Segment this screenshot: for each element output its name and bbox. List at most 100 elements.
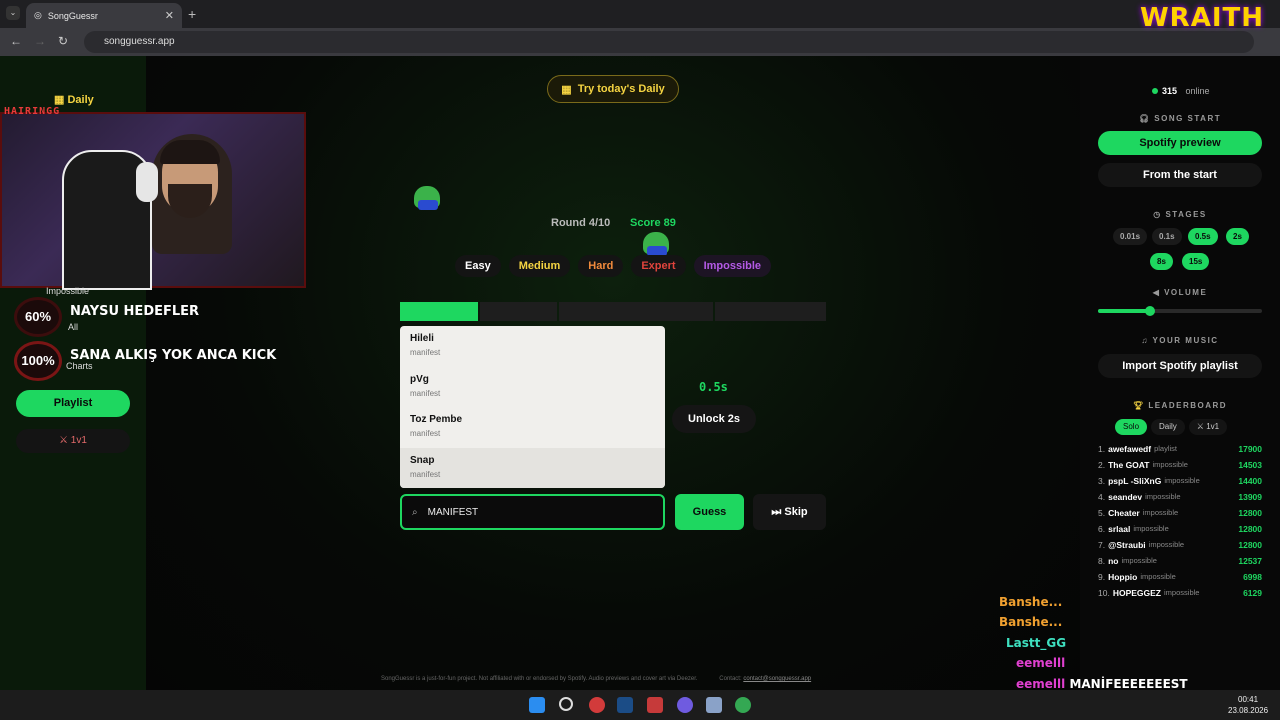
stage-button[interactable]: 0.5s	[1188, 228, 1218, 245]
leaderboard-points: 17900	[1238, 444, 1262, 454]
calendar-icon: ▦	[561, 83, 572, 96]
clock-time: 00:41	[1238, 695, 1259, 704]
leaderboard-tab[interactable]: Daily	[1151, 419, 1185, 435]
stage-button[interactable]: 8s	[1150, 253, 1173, 270]
leaderboard-user: HOPEGGEZ	[1112, 588, 1162, 598]
leaderboard-mode: impossible	[1148, 540, 1185, 549]
volume-fill	[1098, 309, 1151, 313]
score-counter: Score 89	[630, 217, 676, 229]
left-daily-label: Daily	[67, 94, 94, 106]
try-daily-button[interactable]: ▦ Try today's Daily	[547, 75, 679, 103]
leaderboard-user: Cheater	[1108, 508, 1140, 518]
suggestion-title: Snap	[410, 454, 435, 466]
leaderboard-rank: 4.	[1098, 492, 1106, 502]
unlock-button[interactable]: Unlock 2s	[672, 405, 756, 433]
leaderboard-mode: impossible	[1133, 524, 1169, 533]
windows-start-icon[interactable]	[529, 697, 545, 713]
suggestion-item[interactable]: pVg manifest	[400, 367, 665, 408]
new-tab-button[interactable]: +	[188, 6, 196, 22]
leaderboard-tab[interactable]: Solo	[1115, 419, 1148, 435]
difficulty-easy[interactable]: Easy	[455, 255, 501, 277]
app-icon[interactable]	[589, 697, 605, 713]
reload-icon[interactable]: ↻	[58, 34, 68, 48]
stage-button[interactable]: 15s	[1182, 253, 1210, 270]
spotify-preview-button[interactable]: Spotify preview	[1098, 131, 1262, 155]
windows-taskbar	[0, 690, 1280, 720]
url-field[interactable]: songguessr.app	[84, 31, 1254, 53]
leaderboard-points: 14503	[1238, 460, 1262, 470]
taskbar-clock: 00:41 23.08.2026	[1228, 694, 1268, 716]
footer-contact-label: Contact:	[719, 676, 742, 682]
leaderboard-points: 12800	[1238, 524, 1262, 534]
leaderboard-row: 7. @Straubi impossible 12800	[1098, 540, 1262, 550]
try-daily-label: Try today's Daily	[577, 83, 665, 95]
round-counter: Round 4/10	[551, 217, 611, 229]
calendar-icon: ▦	[54, 94, 65, 106]
stage-progress-bar	[400, 302, 826, 321]
leaderboard-user: Hoppio	[1108, 572, 1138, 582]
search-input[interactable]	[427, 506, 628, 518]
footer: SongGuessr is a just-for-fun project. No…	[381, 676, 811, 682]
from-start-button[interactable]: From the start	[1098, 163, 1262, 187]
leaderboard-tab[interactable]: ⚔ 1v1	[1188, 419, 1228, 435]
steam-icon[interactable]	[617, 697, 633, 713]
search-icon[interactable]	[559, 697, 573, 711]
tab-title: SongGuessr	[47, 10, 98, 21]
forward-icon[interactable]: →	[34, 34, 46, 48]
suggestion-item[interactable]: Snap manifest	[400, 447, 665, 488]
streamer-hair	[160, 140, 220, 164]
volume-slider[interactable]	[1098, 306, 1262, 316]
chat-message: Banshe...	[999, 615, 1062, 629]
leaderboard-tabs: Solo Daily ⚔ 1v1	[1115, 419, 1228, 435]
leaderboard-mode: impossible	[1152, 460, 1188, 469]
headphones-icon: 🎧︎	[1138, 114, 1155, 123]
suggestion-artist: manifest	[410, 429, 441, 438]
left-daily-link[interactable]: ▦ Daily	[54, 93, 94, 106]
leaderboard-rank: 7.	[1098, 540, 1106, 550]
chat-username: eemelll	[1016, 656, 1066, 670]
headphones	[136, 162, 158, 202]
difficulty-expert[interactable]: Expert	[631, 255, 686, 277]
search-field[interactable]: ⌕	[400, 494, 665, 530]
leaderboard-user: awefawedf	[1108, 444, 1152, 454]
globe-icon: ◎	[34, 10, 42, 20]
tab-search-icon[interactable]: ⌄	[6, 6, 20, 20]
tab-close-icon[interactable]: ✕	[165, 9, 174, 22]
guess-button[interactable]: Guess	[675, 494, 744, 530]
url-text: songguessr.app	[104, 36, 175, 47]
one-v-one-button[interactable]: ⚔ 1v1	[16, 429, 130, 453]
chrome-icon[interactable]	[735, 697, 751, 713]
leaderboard-rank: 8.	[1098, 556, 1106, 566]
trophy-icon: 🏆︎	[1132, 401, 1149, 410]
your-music-label: YOUR MUSIC	[1152, 336, 1219, 345]
speaker-icon: ◀	[1152, 288, 1165, 297]
stage-button[interactable]: 0.1s	[1152, 228, 1182, 245]
difficulty-hard[interactable]: Hard	[578, 255, 624, 277]
back-icon[interactable]: ←	[10, 34, 22, 48]
stage-button[interactable]: 0.01s	[1113, 228, 1148, 245]
volume-label: VOLUME	[1164, 288, 1208, 297]
leaderboard-mode: impossible	[1164, 588, 1200, 597]
clock-date: 23.08.2026	[1228, 706, 1269, 715]
leaderboard-points: 6998	[1243, 572, 1262, 582]
suggestion-item[interactable]: Hileli manifest	[400, 326, 665, 367]
difficulty-medium[interactable]: Medium	[508, 255, 571, 277]
import-playlist-button[interactable]: Import Spotify playlist	[1098, 354, 1262, 378]
browser-tab[interactable]: ◎ SongGuessr ✕	[26, 3, 182, 28]
song-start-label: SONG START	[1154, 114, 1222, 123]
leaderboard-user: The GOAT	[1108, 460, 1150, 470]
charts-label: Charts	[66, 361, 93, 371]
leaderboard-row: 6. srlaal impossible 12800	[1098, 524, 1262, 534]
stage-button[interactable]: 2s	[1226, 228, 1249, 245]
leaderboard-points: 12800	[1238, 508, 1262, 518]
suggestion-item[interactable]: Toz Pembe manifest	[400, 407, 665, 448]
settings-icon[interactable]	[706, 697, 722, 713]
skip-button[interactable]: ⏭ Skip	[753, 494, 826, 530]
vivaldi-icon[interactable]	[647, 697, 663, 713]
leaderboard-rank: 2.	[1098, 460, 1106, 470]
goal-2-progress: 100%	[14, 341, 62, 381]
playlist-button[interactable]: Playlist	[16, 390, 130, 417]
discord-icon[interactable]	[677, 697, 693, 713]
difficulty-impossible[interactable]: Impossible	[693, 255, 772, 277]
footer-email-link[interactable]: contact@songguessr.app	[743, 676, 811, 682]
